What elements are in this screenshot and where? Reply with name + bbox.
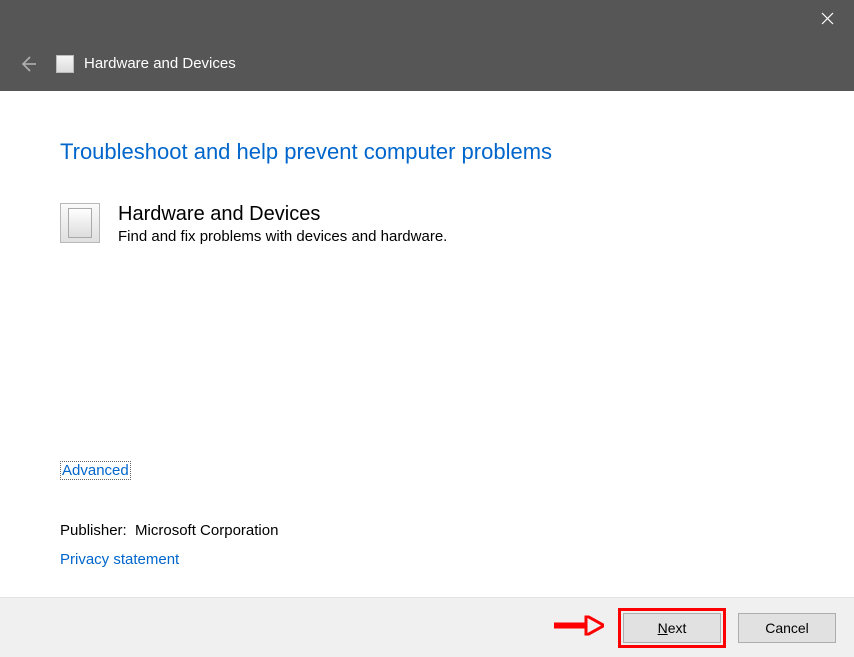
next-underline: N — [658, 620, 668, 636]
next-button-highlight: Next — [618, 608, 726, 648]
back-arrow-icon — [12, 48, 44, 80]
cancel-button[interactable]: Cancel — [738, 613, 836, 643]
titlebar — [0, 0, 854, 36]
header-device-icon — [56, 55, 74, 73]
troubleshooter-item: Hardware and Devices Find and fix proble… — [60, 203, 794, 245]
device-icon — [60, 203, 100, 243]
wizard-header: Hardware and Devices — [0, 36, 854, 91]
troubleshooter-description: Find and fix problems with devices and h… — [118, 228, 447, 245]
troubleshooter-title: Hardware and Devices — [118, 203, 447, 226]
bottom-links: Advanced Publisher: Microsoft Corporatio… — [60, 461, 278, 569]
next-button-label-rest: ext — [668, 620, 687, 636]
next-button[interactable]: Next — [623, 613, 721, 643]
publisher-label: Publisher: — [60, 522, 127, 539]
privacy-statement-link[interactable]: Privacy statement — [60, 551, 179, 568]
content-area: Troubleshoot and help prevent computer p… — [0, 91, 854, 597]
publisher-row: Publisher: Microsoft Corporation — [60, 522, 278, 539]
red-arrow-annotation — [554, 615, 604, 640]
header-title: Hardware and Devices — [84, 55, 236, 72]
page-title: Troubleshoot and help prevent computer p… — [60, 139, 794, 165]
publisher-value: Microsoft Corporation — [135, 522, 278, 539]
footer: Next Cancel — [0, 597, 854, 657]
advanced-link[interactable]: Advanced — [60, 461, 131, 480]
close-icon[interactable] — [812, 3, 842, 33]
